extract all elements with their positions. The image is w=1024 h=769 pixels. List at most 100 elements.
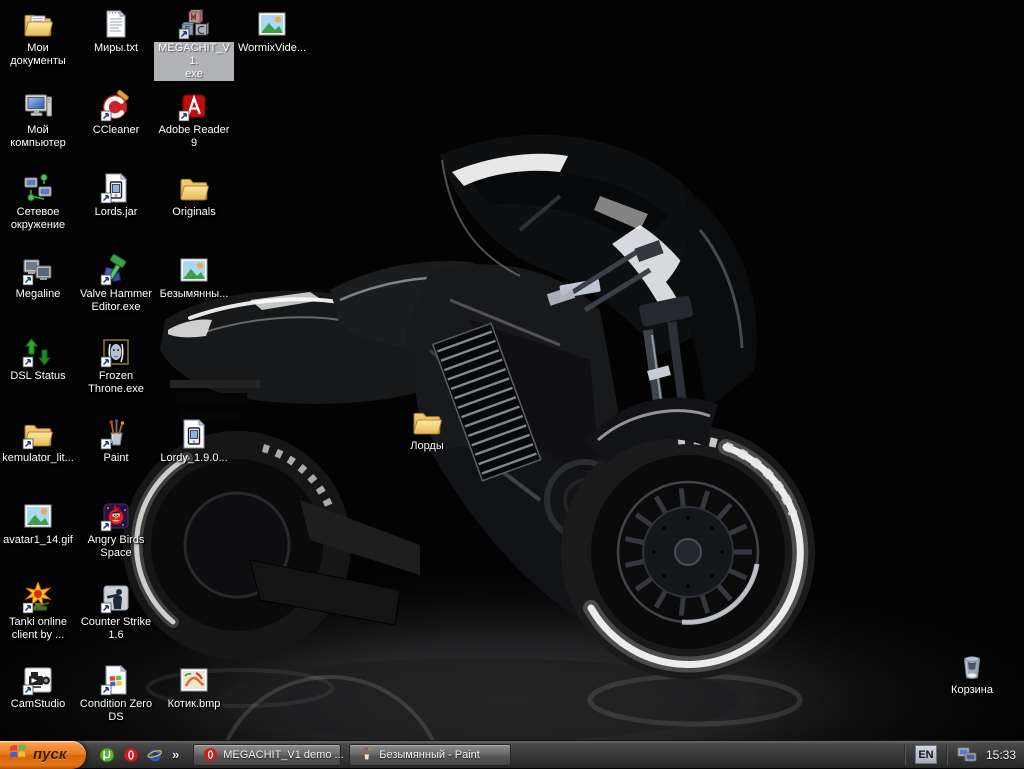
utorrent-icon[interactable] <box>98 746 116 764</box>
desktop-icon-frozen-throne[interactable]: Frozen Throne.exe <box>77 336 155 396</box>
camstudio-icon <box>22 664 54 696</box>
quick-launch-overflow-chevron[interactable]: » <box>172 747 179 762</box>
desktop-icon-label: Tanki online client by ... <box>8 616 68 641</box>
quick-launch-bar: » <box>98 746 179 764</box>
internet-explorer-icon[interactable] <box>146 746 164 764</box>
desktop-icon-label: WormixVide... <box>237 42 307 54</box>
desktop-icon-megaline[interactable]: Megaline <box>0 254 77 301</box>
desktop-icon-label: Корзина <box>951 684 993 696</box>
ccleaner-icon <box>100 90 132 122</box>
desktop-icon-condition-zero-ds[interactable]: Condition Zero DS <box>77 664 155 724</box>
desktop-icon-ccleaner[interactable]: CCleaner <box>77 90 155 137</box>
image-picture-icon <box>256 8 288 40</box>
desktop-icon-bezymyannyi-image[interactable]: Безымянны... <box>155 254 233 301</box>
desktop-icon-label: DSL Status <box>10 370 66 382</box>
desktop-icon-label: Adobe Reader 9 <box>158 124 230 149</box>
desktop-icon-originals-folder[interactable]: Originals <box>155 172 233 219</box>
taskbar-clock[interactable]: 15:33 <box>986 748 1016 762</box>
image-picture-icon <box>22 500 54 532</box>
desktop-icon-label: Миры.txt <box>94 42 138 54</box>
desktop-icon-kemulator-lite[interactable]: kemulator_lit... <box>0 418 77 465</box>
taskbar: пуск » MEGACHIT_V1 demo ... Безымянный -… <box>0 740 1024 769</box>
desktop-icon-label: Originals <box>172 206 216 218</box>
acrobat-icon <box>178 90 210 122</box>
desktop-icon-kotik-bmp[interactable]: Котик.bmp <box>155 664 233 711</box>
desktop-icon-label: Мои документы <box>10 42 66 67</box>
start-button-label: пуск <box>33 746 67 763</box>
desktop-icon-paint[interactable]: Paint <box>77 418 155 465</box>
desktop-icon-label: Megaline <box>15 288 61 300</box>
tanki-explosion-icon <box>22 582 54 614</box>
desktop-icon-recycle-bin[interactable]: Корзина <box>933 650 1011 697</box>
desktop-icon-label: Мой компьютер <box>10 124 66 149</box>
taskbar-window-buttons: MEGACHIT_V1 demo ... Безымянный - Paint <box>193 743 902 766</box>
paint-cup-icon <box>100 418 132 450</box>
megaline-icon <box>22 254 54 286</box>
system-tray: EN 15:33 <box>902 741 1024 768</box>
taskbar-window-label: Безымянный - Paint <box>379 748 480 761</box>
angry-birds-icon <box>100 500 132 532</box>
network-places-icon <box>22 172 54 204</box>
jar-file-icon <box>178 418 210 450</box>
frozen-throne-icon <box>100 336 132 368</box>
desktop-icon-label: Котик.bmp <box>167 698 221 710</box>
desktop-icon-label: Counter Strike 1.6 <box>80 616 152 641</box>
paint-icon <box>359 747 374 762</box>
desktop-icon-wormix-video[interactable]: WormixVide... <box>233 8 311 55</box>
network-tray-icon[interactable] <box>957 747 977 763</box>
language-indicator[interactable]: EN <box>914 745 937 764</box>
counter-strike-icon <box>100 582 132 614</box>
desktop-icon-counter-strike-16[interactable]: Counter Strike 1.6 <box>77 582 155 642</box>
recycle-bin-icon <box>956 650 988 682</box>
desktop-icon-label: Сетевое окружение <box>10 206 66 231</box>
folder-icon <box>178 172 210 204</box>
taskbar-window-paint[interactable]: Безымянный - Paint <box>349 743 512 766</box>
dsl-arrows-icon <box>22 336 54 368</box>
jar-file-icon <box>100 172 132 204</box>
desktop-icon-lords-jar[interactable]: Lords.jar <box>77 172 155 219</box>
rear-wheel <box>123 431 351 659</box>
desktop-icon-network-places[interactable]: Сетевое окружение <box>0 172 77 232</box>
cubes-app-icon <box>178 8 210 40</box>
desktop-icon-label: MEGACHIT_V1. exe <box>154 42 234 81</box>
desktop-icon-avatar-gif[interactable]: avatar1_14.gif <box>0 500 77 547</box>
start-button[interactable]: пуск <box>0 740 86 769</box>
desktop-icon-dsl-status[interactable]: DSL Status <box>0 336 77 383</box>
desktop-icon-label: Valve Hammer Editor.exe <box>80 288 152 313</box>
tray-divider <box>903 744 906 765</box>
desktop-icon-label: Condition Zero DS <box>79 698 153 723</box>
desktop-icon-adobe-reader-9[interactable]: Adobe Reader 9 <box>155 90 233 150</box>
desktop-icon-my-computer[interactable]: Мой компьютер <box>0 90 77 150</box>
desktop-icon-label: Angry Birds Space <box>87 534 145 559</box>
desktop-icon-valve-hammer-editor[interactable]: Valve Hammer Editor.exe <box>77 254 155 314</box>
text-file-icon <box>100 8 132 40</box>
desktop-icon-label: Лорды <box>410 440 444 452</box>
front-wheel <box>561 425 815 679</box>
desktop-icon-label: avatar1_14.gif <box>3 534 73 546</box>
desktop-icon-lordy-jar[interactable]: Lordy_1.9.0... <box>155 418 233 465</box>
opera-icon <box>203 747 218 762</box>
desktop-icon-lordy-folder[interactable]: Лорды <box>388 406 466 453</box>
desktop-icon-miry-txt[interactable]: Миры.txt <box>77 8 155 55</box>
taskbar-window-megachit[interactable]: MEGACHIT_V1 demo ... <box>193 743 344 766</box>
desktop-icon-label: Lords.jar <box>94 206 138 218</box>
opera-icon[interactable] <box>122 746 140 764</box>
folder-documents-icon <box>22 8 54 40</box>
taskbar-window-label: MEGACHIT_V1 demo ... <box>223 748 344 761</box>
folder-icon <box>411 406 443 438</box>
my-computer-icon <box>22 90 54 122</box>
desktop-icon-angry-birds-space[interactable]: Angry Birds Space <box>77 500 155 560</box>
desktop-icon-label: CamStudio <box>10 698 66 710</box>
folder-icon <box>22 418 54 450</box>
desktop-icon-label: Paint <box>103 452 129 464</box>
windows-logo-icon <box>8 742 28 767</box>
windows-file-icon <box>100 664 132 696</box>
bitmap-image-icon <box>178 664 210 696</box>
desktop-icon-label: Lordy_1.9.0... <box>160 452 228 464</box>
image-picture-icon <box>178 254 210 286</box>
desktop-icon-my-documents[interactable]: Мои документы <box>0 8 77 68</box>
desktop-icon-megachit-exe[interactable]: MEGACHIT_V1. exe <box>154 8 234 81</box>
desktop[interactable]: Мои документы Миры.txt MEGACHIT_V1. exe Wor… <box>0 0 1024 740</box>
desktop-icon-tanki-online[interactable]: Tanki online client by ... <box>0 582 77 642</box>
desktop-icon-camstudio[interactable]: CamStudio <box>0 664 77 711</box>
